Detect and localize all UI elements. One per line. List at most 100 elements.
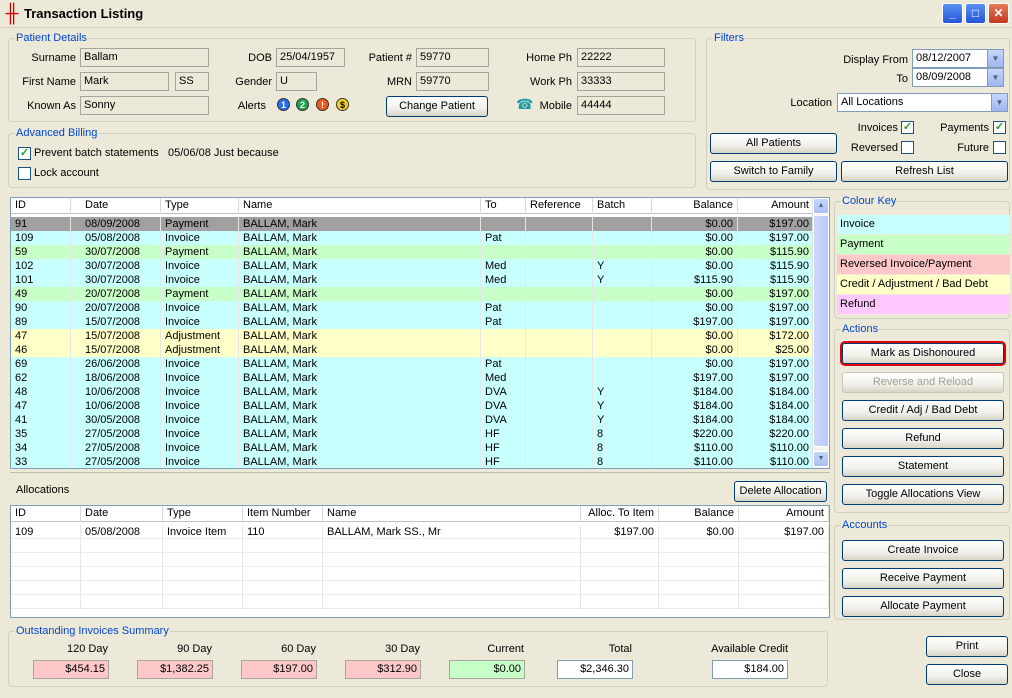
table-row[interactable]: 62 18/06/2008 Invoice BALLAM, Mark Med $197.0…: [11, 371, 814, 385]
list-item[interactable]: [11, 581, 829, 595]
transactions-scrollbar[interactable]: ▲ ▼: [812, 198, 829, 468]
mark-dishonoured-button[interactable]: Mark as Dishonoured: [842, 343, 1004, 364]
invoices-checkbox[interactable]: ✓: [901, 121, 914, 134]
alert-2-icon[interactable]: 2: [296, 98, 309, 111]
cell-batch: Y: [593, 399, 652, 413]
alert-warning-icon[interactable]: !: [316, 98, 329, 111]
list-item[interactable]: [11, 595, 829, 609]
firstname-field[interactable]: Mark: [80, 72, 169, 91]
table-row[interactable]: 41 30/05/2008 Invoice BALLAM, Mark DVA Y $184.…: [11, 413, 814, 427]
cell-batch: [593, 343, 652, 357]
mobile-field[interactable]: 44444: [577, 96, 665, 115]
alloc-col-header-item-number[interactable]: Item Number: [243, 506, 323, 522]
display-from-date[interactable]: 08/12/2007 ▼: [912, 49, 1004, 68]
col-header-type[interactable]: Type: [161, 198, 239, 214]
list-item[interactable]: 109 05/08/2008 Invoice Item 110 BALLAM, Mark…: [11, 525, 829, 539]
statement-button[interactable]: Statement: [842, 456, 1004, 477]
close-icon[interactable]: ✕: [988, 3, 1009, 24]
table-row[interactable]: 47 10/06/2008 Invoice BALLAM, Mark DVA Y $184.…: [11, 399, 814, 413]
col-header-balance[interactable]: Balance: [652, 198, 738, 214]
table-row[interactable]: 69 26/06/2008 Invoice BALLAM, Mark Pat $0.00 $…: [11, 357, 814, 371]
col-header-batch[interactable]: Batch: [593, 198, 652, 214]
chevron-down-icon[interactable]: ▼: [987, 69, 1003, 86]
alloc-col-header-name[interactable]: Name: [323, 506, 581, 522]
table-row[interactable]: 46 15/07/2008 Adjustment BALLAM, Mark $0.00 $…: [11, 343, 814, 357]
alert-1-icon[interactable]: 1: [277, 98, 290, 111]
alloc-col-header-alloc-to-item[interactable]: Alloc. To Item: [581, 506, 659, 522]
switch-family-button[interactable]: Switch to Family: [710, 161, 837, 182]
table-row[interactable]: 90 20/07/2008 Invoice BALLAM, Mark Pat $0.00 $…: [11, 301, 814, 315]
splitter[interactable]: [10, 472, 830, 473]
receive-payment-button[interactable]: Receive Payment: [842, 568, 1004, 589]
list-item[interactable]: [11, 567, 829, 581]
alloc-col-header-date[interactable]: Date: [81, 506, 163, 522]
gender-field[interactable]: U: [276, 72, 317, 91]
print-button[interactable]: Print: [926, 636, 1008, 657]
future-checkbox[interactable]: [993, 141, 1006, 154]
table-row[interactable]: 35 27/05/2008 Invoice BALLAM, Mark HF 8 $220.0…: [11, 427, 814, 441]
lock-account-checkbox[interactable]: [18, 167, 31, 180]
table-row[interactable]: 89 15/07/2008 Invoice BALLAM, Mark Pat $197.0…: [11, 315, 814, 329]
alloc-col-header-type[interactable]: Type: [163, 506, 243, 522]
colour-key-legend: Colour Key: [841, 195, 898, 207]
table-row[interactable]: 101 30/07/2008 Invoice BALLAM, Mark Med Y $115…: [11, 273, 814, 287]
chevron-down-icon[interactable]: ▼: [991, 94, 1007, 111]
change-patient-button[interactable]: Change Patient: [386, 96, 488, 117]
close-button[interactable]: Close: [926, 664, 1008, 685]
credit-adj-button[interactable]: Credit / Adj / Bad Debt: [842, 400, 1004, 421]
delete-allocation-button[interactable]: Delete Allocation: [734, 481, 827, 502]
all-patients-button[interactable]: All Patients: [710, 133, 837, 154]
initials-field[interactable]: SS: [175, 72, 209, 91]
list-item[interactable]: [11, 553, 829, 567]
title-bar[interactable]: ╫ Transaction Listing _ □ ✕: [0, 0, 1012, 28]
reversed-checkbox[interactable]: [901, 141, 914, 154]
workph-field[interactable]: 33333: [577, 72, 665, 91]
scroll-thumb[interactable]: [813, 215, 829, 447]
maximize-icon[interactable]: □: [965, 3, 986, 24]
alert-money-icon[interactable]: $: [336, 98, 349, 111]
list-item[interactable]: [11, 539, 829, 553]
payments-checkbox[interactable]: ✓: [993, 121, 1006, 134]
mrn-field[interactable]: 59770: [416, 72, 489, 91]
col-header-name[interactable]: Name: [239, 198, 481, 214]
table-row[interactable]: 47 15/07/2008 Adjustment BALLAM, Mark $0.00 $…: [11, 329, 814, 343]
table-row[interactable]: 48 10/06/2008 Invoice BALLAM, Mark DVA Y $184.…: [11, 385, 814, 399]
dob-field[interactable]: 25/04/1957: [276, 48, 345, 67]
table-row[interactable]: 109 05/08/2008 Invoice BALLAM, Mark Pat $0.00…: [11, 231, 814, 245]
allocate-payment-button[interactable]: Allocate Payment: [842, 596, 1004, 617]
cell-batch: [593, 371, 652, 385]
minimize-icon[interactable]: _: [942, 3, 963, 24]
patientno-field[interactable]: 59770: [416, 48, 489, 67]
table-row[interactable]: 91 08/09/2008 Payment BALLAM, Mark $0.00 $197…: [11, 217, 814, 231]
knownas-field[interactable]: Sonny: [80, 96, 209, 115]
display-to-date[interactable]: 08/09/2008 ▼: [912, 68, 1004, 87]
table-row[interactable]: 33 27/05/2008 Invoice BALLAM, Mark HF 8 $110.0…: [11, 455, 814, 468]
alloc-col-header-id[interactable]: ID: [11, 506, 81, 522]
col-header-amount[interactable]: Amount: [738, 198, 814, 214]
col-header-reference[interactable]: Reference: [526, 198, 593, 214]
col-header-date[interactable]: Date: [81, 198, 161, 214]
location-select[interactable]: All Locations ▼: [837, 93, 1008, 112]
cell-amount: $115.90: [738, 259, 814, 273]
col-header-to[interactable]: To: [481, 198, 526, 214]
prevent-batch-checkbox[interactable]: ✓: [18, 147, 31, 160]
table-row[interactable]: 49 20/07/2008 Payment BALLAM, Mark $0.00 $197…: [11, 287, 814, 301]
transactions-table[interactable]: ID Date Type Name To Reference Batch Balance Amo…: [10, 197, 830, 469]
table-row[interactable]: 34 27/05/2008 Invoice BALLAM, Mark HF 8 $110.0…: [11, 441, 814, 455]
toggle-allocations-button[interactable]: Toggle Allocations View: [842, 484, 1004, 505]
refund-button[interactable]: Refund: [842, 428, 1004, 449]
refresh-list-button[interactable]: Refresh List: [841, 161, 1008, 182]
homeph-field[interactable]: 22222: [577, 48, 665, 67]
scroll-up-icon[interactable]: ▲: [813, 198, 829, 214]
table-row[interactable]: 102 30/07/2008 Invoice BALLAM, Mark Med Y $0.0…: [11, 259, 814, 273]
allocations-table[interactable]: ID Date Type Item Number Name Alloc. To Item B…: [10, 505, 830, 618]
chevron-down-icon[interactable]: ▼: [987, 50, 1003, 67]
scroll-down-icon[interactable]: ▼: [813, 451, 829, 467]
create-invoice-button[interactable]: Create Invoice: [842, 540, 1004, 561]
alloc-col-header-amount[interactable]: Amount: [739, 506, 829, 522]
reverse-reload-button[interactable]: Reverse and Reload: [842, 372, 1004, 393]
surname-field[interactable]: Ballam: [80, 48, 209, 67]
table-row[interactable]: 59 30/07/2008 Payment BALLAM, Mark $0.00 $115…: [11, 245, 814, 259]
alloc-col-header-balance[interactable]: Balance: [659, 506, 739, 522]
col-header-id[interactable]: ID: [11, 198, 71, 214]
